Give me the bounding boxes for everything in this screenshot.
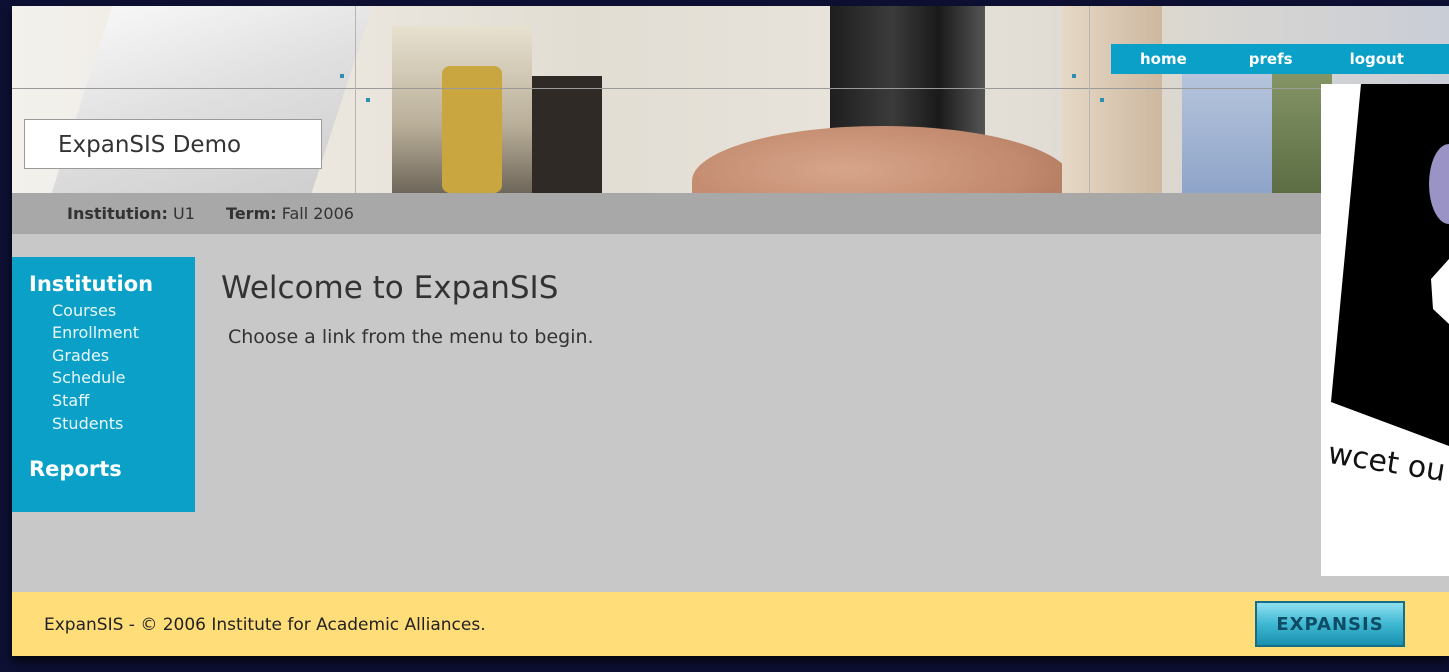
copyright-text: ExpanSIS - © 2006 Institute for Academic… [44, 615, 486, 635]
term-label: Term: [226, 204, 277, 223]
sidebar-menu: Institution Courses Enrollment Grades Sc… [12, 257, 195, 512]
banner-dot-icon [1100, 98, 1104, 102]
app-title: ExpanSIS Demo [24, 119, 322, 169]
banner-photo-dark [532, 76, 602, 193]
banner-photo-mug [442, 66, 502, 193]
sidebar-item-staff[interactable]: Staff [52, 389, 89, 412]
banner-photo-hand [692, 126, 1072, 193]
banner-crosshair-line [12, 88, 1449, 89]
sidebar-item-enrollment[interactable]: Enrollment [52, 321, 139, 344]
nav-home-link[interactable]: home [1140, 50, 1187, 68]
sidebar-section-institution[interactable]: Institution [29, 272, 153, 296]
term-value: Fall 2006 [281, 204, 354, 223]
intro-text: Choose a link from the menu to begin. [228, 326, 594, 348]
banner-dot-icon [366, 98, 370, 102]
sidebar-item-grades[interactable]: Grades [52, 344, 109, 367]
banner-dot-icon [340, 74, 344, 78]
app-window: ExpanSIS Demo home prefs logout Institut… [12, 6, 1449, 656]
institution-label: Institution: [67, 204, 168, 223]
banner-dot-icon [1072, 74, 1076, 78]
sidebar-item-courses[interactable]: Courses [52, 299, 116, 322]
expansis-logo: EXPANSIS [1255, 601, 1405, 647]
banner-vline [1089, 6, 1090, 193]
sidebar-item-schedule[interactable]: Schedule [52, 366, 126, 389]
page-title: Welcome to ExpanSIS [221, 270, 559, 306]
nav-prefs-link[interactable]: prefs [1249, 50, 1293, 68]
overlay-graphic [1331, 84, 1449, 446]
top-nav: home prefs logout [1111, 44, 1449, 74]
footer: ExpanSIS - © 2006 Institute for Academic… [12, 592, 1449, 656]
sidebar-section-reports[interactable]: Reports [29, 457, 122, 481]
header-banner: ExpanSIS Demo home prefs logout [12, 6, 1449, 193]
banner-vline [355, 6, 356, 193]
banner-photo-books [1062, 6, 1162, 193]
overlay-image: wcet ou [1321, 84, 1449, 576]
banner-photo-blue [1182, 66, 1272, 193]
institution-value: U1 [173, 204, 195, 223]
nav-logout-link[interactable]: logout [1350, 50, 1404, 68]
context-bar: Institution: U1 Term: Fall 2006 [12, 193, 1449, 234]
sidebar-item-students[interactable]: Students [52, 412, 123, 435]
